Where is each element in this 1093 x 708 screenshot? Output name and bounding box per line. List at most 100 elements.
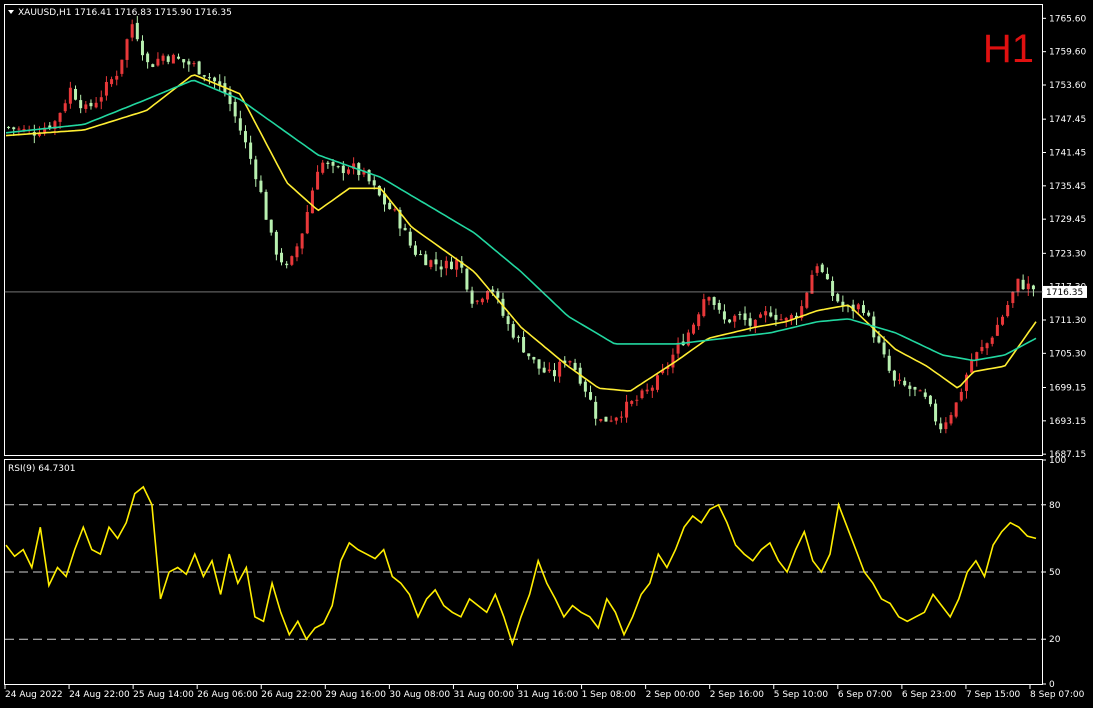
- candle-body: [156, 58, 160, 66]
- candle-body: [74, 88, 78, 100]
- candle-body: [650, 387, 654, 391]
- candle-body: [115, 75, 119, 80]
- candle-body: [187, 61, 191, 65]
- candle-body: [125, 39, 129, 60]
- candle-body: [177, 56, 181, 59]
- rsi-tick-label: 100: [1049, 456, 1066, 466]
- candle-body: [625, 401, 629, 418]
- candle-body: [336, 166, 340, 168]
- candle-body: [702, 299, 706, 317]
- candle-body: [619, 416, 623, 418]
- candle-body: [640, 390, 644, 399]
- time-tick-label: 25 Aug 14:00: [133, 690, 194, 700]
- candle-body: [527, 353, 531, 357]
- candle-body: [1016, 278, 1020, 292]
- candle-body: [341, 165, 345, 174]
- candle-body: [985, 343, 989, 349]
- price-tick-label: 1693.15: [1049, 417, 1086, 427]
- candle-body: [552, 370, 556, 377]
- candle-body: [264, 191, 268, 220]
- candle-body: [645, 389, 649, 392]
- candle-body: [748, 318, 752, 326]
- time-tick-label: 2 Sep 00:00: [646, 690, 701, 700]
- candle-body: [728, 319, 732, 323]
- price-tick-label: 1711.30: [1049, 316, 1086, 326]
- price-tick-label: 1705.30: [1049, 349, 1086, 359]
- candle-body: [784, 317, 788, 321]
- candle-body: [738, 314, 742, 316]
- candle-body: [68, 87, 72, 104]
- candle-body: [573, 362, 577, 370]
- time-tick-label: 26 Aug 06:00: [197, 690, 258, 700]
- candle-body: [975, 352, 979, 360]
- candle-body: [692, 324, 696, 334]
- candle-body: [949, 415, 953, 424]
- candle-body: [182, 59, 186, 63]
- candle-body: [444, 260, 448, 269]
- price-tick-label: 1723.30: [1049, 249, 1086, 259]
- candle-body: [882, 342, 886, 355]
- candle-body: [424, 254, 428, 266]
- candle-body: [506, 316, 510, 325]
- candle-body: [516, 336, 520, 338]
- candle-body: [94, 102, 98, 108]
- candle-body: [89, 102, 93, 107]
- candle-body: [769, 312, 773, 317]
- chart-canvas: XAUUSD,H1 1716.41 1716.83 1715.90 1716.3…: [0, 0, 1093, 708]
- candle-body: [630, 401, 634, 404]
- candle-body: [37, 133, 41, 136]
- candle-body: [733, 315, 737, 322]
- candle-body: [290, 256, 294, 265]
- candle-body: [908, 385, 912, 389]
- candle-body: [764, 311, 768, 316]
- candle-body: [372, 180, 376, 186]
- time-tick-label: 8 Sep 07:00: [1030, 690, 1085, 700]
- candle-body: [671, 354, 675, 368]
- candle-body: [475, 300, 479, 302]
- candle-body: [259, 180, 263, 193]
- candle-body: [403, 227, 407, 231]
- time-tick-label: 7 Sep 15:00: [966, 690, 1021, 700]
- candle-body: [970, 360, 974, 373]
- candle-body: [655, 375, 659, 390]
- candle-body: [151, 64, 155, 67]
- time-tick-label: 30 Aug 08:00: [389, 690, 450, 700]
- price-tick-label: 1747.45: [1049, 115, 1086, 125]
- time-tick-label: 24 Aug 22:00: [69, 690, 130, 700]
- candle-body: [434, 259, 438, 265]
- candle-body: [954, 402, 958, 417]
- candle-body: [511, 324, 515, 338]
- candle-body: [537, 359, 541, 369]
- candle-body: [346, 169, 350, 174]
- candle-body: [146, 53, 150, 63]
- candle-body: [79, 100, 83, 109]
- candle-body: [321, 162, 325, 173]
- candle-body: [959, 391, 963, 401]
- candle-body: [774, 314, 778, 320]
- candle-body: [918, 390, 922, 392]
- candle-body: [522, 336, 526, 353]
- candle-body: [707, 297, 711, 301]
- candle-body: [594, 401, 598, 419]
- candle-body: [939, 423, 943, 430]
- candle-body: [130, 24, 134, 38]
- candle-body: [928, 395, 932, 405]
- rsi-tick-label: 20: [1049, 635, 1061, 645]
- candle-body: [825, 273, 829, 280]
- candle-body: [238, 118, 242, 131]
- candle-body: [269, 219, 273, 233]
- candle-body: [712, 297, 716, 306]
- candle-body: [990, 337, 994, 344]
- price-tick-label: 1753.60: [1049, 81, 1086, 91]
- candle-body: [161, 55, 165, 61]
- candle-body: [120, 59, 124, 74]
- candle-body: [377, 185, 381, 196]
- time-tick-label: 26 Aug 22:00: [261, 690, 322, 700]
- candle-body: [104, 81, 108, 96]
- candle-body: [944, 422, 948, 430]
- candle-body: [331, 161, 335, 166]
- candle-body: [135, 22, 139, 40]
- candle-body: [609, 420, 613, 422]
- rsi-label: RSI(9) 64.7301: [8, 464, 75, 474]
- candle-body: [815, 266, 819, 273]
